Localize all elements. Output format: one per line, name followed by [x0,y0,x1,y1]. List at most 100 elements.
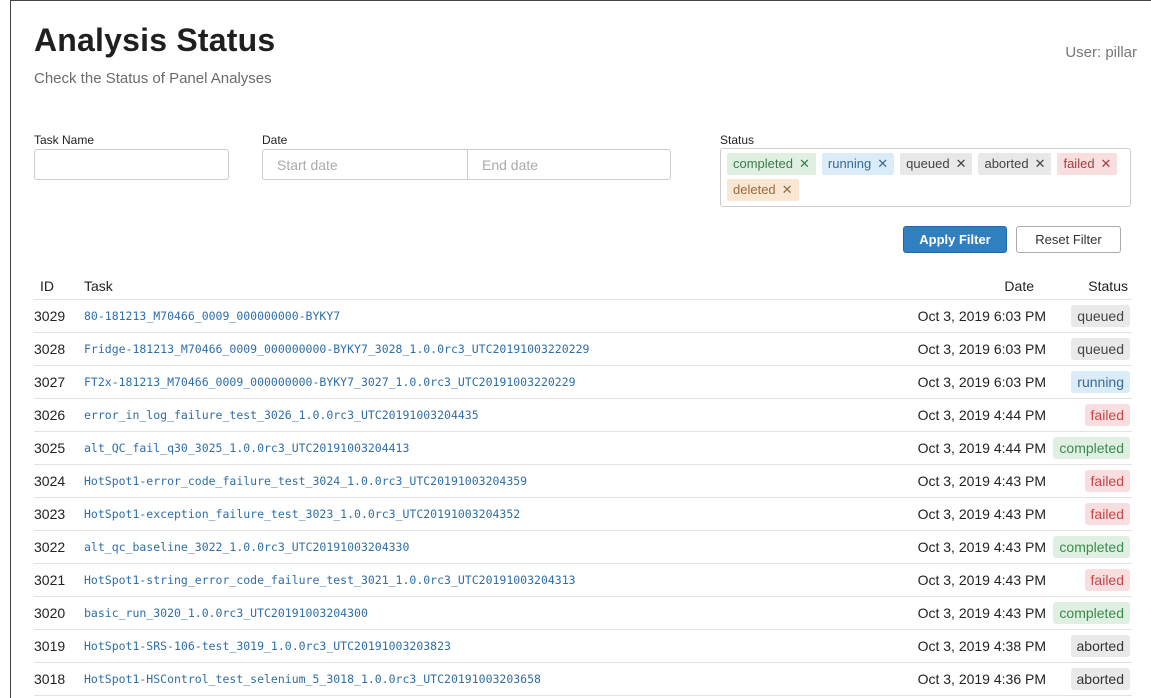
row-date: Oct 3, 2019 4:43 PM [917,506,1046,522]
task-link[interactable]: Fridge-181213_M70466_0009_000000000-BYKY… [84,333,589,365]
status-badge: failed [1084,569,1130,591]
task-link[interactable]: 80-181213_M70466_0009_000000000-BYKY7 [84,300,340,332]
table-row[interactable]: 3024 HotSpot1-error_code_failure_test_302… [34,465,1132,498]
row-status: completed [1053,432,1130,464]
row-date: Oct 3, 2019 6:03 PM [917,308,1046,324]
status-tag-label: aborted [984,156,1029,171]
status-badge: aborted [1070,635,1130,657]
task-link[interactable]: error_in_log_failure_test_3026_1.0.0rc3_… [84,399,479,431]
table-row[interactable]: 3028 Fridge-181213_M70466_0009_000000000-… [34,333,1132,366]
status-tag-running[interactable]: running ✕ [821,153,895,175]
row-date: Oct 3, 2019 4:43 PM [917,539,1046,555]
status-tag-label: deleted [733,182,776,197]
row-id: 3025 [34,440,66,456]
status-badge: queued [1071,338,1130,360]
remove-tag-icon[interactable]: ✕ [782,182,793,198]
row-date: Oct 3, 2019 4:43 PM [917,473,1046,489]
remove-tag-icon[interactable]: ✕ [1035,156,1046,172]
status-badge: queued [1071,305,1130,327]
row-date: Oct 3, 2019 4:43 PM [917,605,1046,621]
status-label: Status [720,133,755,147]
row-id: 3018 [34,671,66,687]
status-tag-label: running [827,156,872,171]
remove-tag-icon[interactable]: ✕ [1101,156,1112,172]
row-status: completed [1053,597,1130,629]
analysis-table: ID Task Date Status 3029 80-181213_M70466… [34,272,1132,696]
row-date: Oct 3, 2019 6:03 PM [917,341,1046,357]
task-name-input[interactable] [34,149,229,180]
row-id: 3027 [34,374,66,390]
row-date: Oct 3, 2019 4:38 PM [917,638,1046,654]
row-status: running [1071,366,1130,398]
row-id: 3026 [34,407,66,423]
row-status: queued [1071,300,1130,332]
column-header-id[interactable]: ID [40,272,54,299]
table-header: ID Task Date Status [34,272,1132,300]
start-date-input[interactable] [262,149,468,180]
table-row[interactable]: 3029 80-181213_M70466_0009_000000000-BYKY… [34,300,1132,333]
remove-tag-icon[interactable]: ✕ [877,156,888,172]
task-link[interactable]: HotSpot1-error_code_failure_test_3024_1.… [84,465,527,497]
status-tag-queued[interactable]: queued ✕ [900,153,973,175]
table-row[interactable]: 3020 basic_run_3020_1.0.0rc3_UTC201910032… [34,597,1132,630]
column-header-status[interactable]: Status [1088,272,1128,299]
row-status: failed [1084,498,1130,530]
row-id: 3020 [34,605,66,621]
table-row[interactable]: 3027 FT2x-181213_M70466_0009_000000000-BY… [34,366,1132,399]
row-date: Oct 3, 2019 4:44 PM [917,407,1046,423]
table-row[interactable]: 3025 alt_QC_fail_q30_3025_1.0.0rc3_UTC201… [34,432,1132,465]
task-link[interactable]: alt_QC_fail_q30_3025_1.0.0rc3_UTC2019100… [84,432,409,464]
table-row[interactable]: 3022 alt_qc_baseline_3022_1.0.0rc3_UTC201… [34,531,1132,564]
column-header-task[interactable]: Task [84,272,113,299]
status-tag-aborted[interactable]: aborted ✕ [978,153,1052,175]
status-badge: completed [1053,602,1130,624]
row-id: 3022 [34,539,66,555]
task-link[interactable]: basic_run_3020_1.0.0rc3_UTC2019100320430… [84,597,368,629]
reset-filter-button[interactable]: Reset Filter [1016,226,1121,253]
row-date: Oct 3, 2019 4:43 PM [917,572,1046,588]
row-status: aborted [1070,663,1130,695]
remove-tag-icon[interactable]: ✕ [799,156,810,172]
task-link[interactable]: HotSpot1-exception_failure_test_3023_1.0… [84,498,520,530]
task-link[interactable]: HotSpot1-string_error_code_failure_test_… [84,564,576,596]
status-badge: completed [1053,536,1130,558]
task-link[interactable]: alt_qc_baseline_3022_1.0.0rc3_UTC2019100… [84,531,409,563]
row-status: aborted [1070,630,1130,662]
status-tag-completed[interactable]: completed ✕ [727,153,816,175]
status-tag-label: failed [1063,156,1095,171]
task-link[interactable]: HotSpot1-HSControl_test_selenium_5_3018_… [84,663,541,695]
row-id: 3021 [34,572,66,588]
page-title: Analysis Status [34,22,276,58]
task-link[interactable]: HotSpot1-SRS-106-test_3019_1.0.0rc3_UTC2… [84,630,451,662]
page-subtitle: Check the Status of Panel Analyses [34,70,272,87]
row-date: Oct 3, 2019 4:36 PM [917,671,1046,687]
task-link[interactable]: FT2x-181213_M70466_0009_000000000-BYKY7_… [84,366,576,398]
status-badge: running [1071,371,1130,393]
row-date: Oct 3, 2019 6:03 PM [917,374,1046,390]
row-status: completed [1053,531,1130,563]
date-label: Date [262,133,288,147]
row-status: failed [1084,564,1130,596]
table-row[interactable]: 3018 HotSpot1-HSControl_test_selenium_5_3… [34,663,1132,696]
table-row[interactable]: 3019 HotSpot1-SRS-106-test_3019_1.0.0rc3_… [34,630,1132,663]
table-row[interactable]: 3026 error_in_log_failure_test_3026_1.0.0… [34,399,1132,432]
status-tag-failed[interactable]: failed ✕ [1057,153,1118,175]
row-id: 3024 [34,473,66,489]
status-tag-label: completed [733,156,793,171]
status-badge: failed [1084,503,1130,525]
end-date-input[interactable] [467,149,671,180]
status-tag-deleted[interactable]: deleted ✕ [727,179,799,201]
remove-tag-icon[interactable]: ✕ [956,156,967,172]
table-row[interactable]: 3023 HotSpot1-exception_failure_test_3023… [34,498,1132,531]
status-badge: failed [1084,404,1130,426]
status-badge: aborted [1070,668,1130,690]
user-label: User: pillar [1065,44,1137,61]
row-id: 3028 [34,341,66,357]
status-badge: completed [1053,437,1130,459]
status-badge: failed [1084,470,1130,492]
column-header-date[interactable]: Date [1004,272,1034,299]
apply-filter-button[interactable]: Apply Filter [903,226,1007,253]
row-id: 3023 [34,506,66,522]
status-multiselect[interactable]: completed ✕ running ✕ queued ✕ aborted ✕ fai… [720,148,1131,207]
table-row[interactable]: 3021 HotSpot1-string_error_code_failure_t… [34,564,1132,597]
